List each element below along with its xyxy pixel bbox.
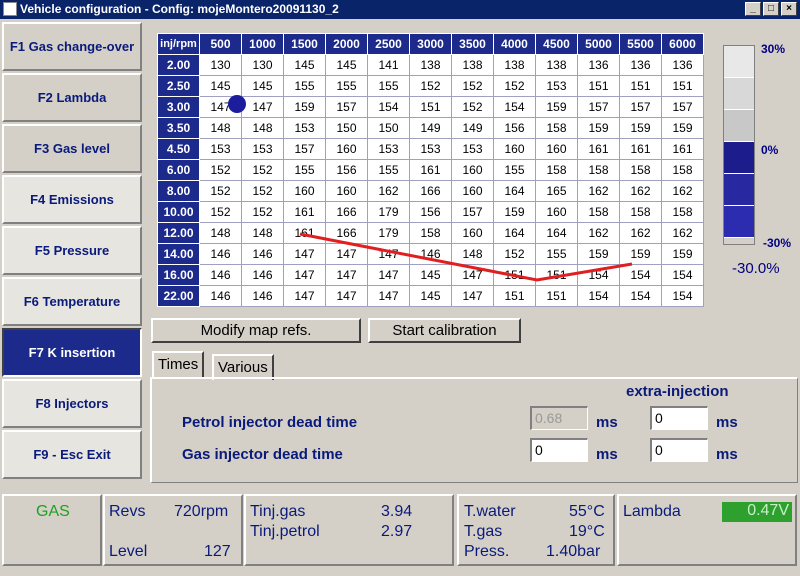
level-label: Level — [109, 543, 148, 560]
extra-injection-label: extra-injection — [626, 383, 729, 400]
correction-scale-bar — [723, 45, 755, 245]
revs-value: 720rpm — [174, 503, 229, 520]
petrol-extra-injection-input[interactable]: 0 — [650, 406, 708, 430]
revs-label: Revs — [109, 503, 146, 520]
start-calibration-button[interactable]: Start calibration — [368, 318, 521, 343]
app-icon — [3, 2, 17, 16]
scale-current-value: -30.0% — [732, 260, 780, 277]
tinj-gas-value: 3.94 — [381, 503, 413, 520]
trace-line — [299, 232, 633, 282]
tinj-gas-label: Tinj.gas — [250, 503, 306, 520]
lambda-label: Lambda — [623, 503, 681, 520]
window-title: Vehicle configuration - Config: mojeMont… — [20, 2, 339, 16]
nav-k-insertion[interactable]: F7 K insertion — [2, 328, 142, 377]
tab-times[interactable]: Times — [152, 351, 205, 379]
scale-mid-label: 0% — [761, 143, 779, 157]
gas-extra-unit: ms — [716, 446, 738, 463]
scale-top-label: 30% — [761, 42, 786, 56]
gas-dead-time-input[interactable]: 0 — [530, 438, 588, 462]
scale-segment — [724, 206, 754, 238]
tgas-label: T.gas — [464, 523, 503, 540]
tinj-petrol-label: Tinj.petrol — [250, 523, 320, 540]
petrol-dead-time-input[interactable]: 0.68 — [530, 406, 588, 430]
nav-temperature[interactable]: F6 Temperature — [2, 277, 142, 326]
nav-gas-change-over[interactable]: F1 Gas change-over — [2, 22, 142, 71]
press-label: Press. — [464, 543, 510, 560]
twater-label: T.water — [464, 503, 516, 520]
maximize-button[interactable]: □ — [763, 2, 779, 16]
lambda-value: 0.47V — [722, 502, 792, 522]
nav-pressure[interactable]: F5 Pressure — [2, 226, 142, 275]
nav-exit[interactable]: F9 - Esc Exit — [2, 430, 142, 479]
gas-extra-injection-input[interactable]: 0 — [650, 438, 708, 462]
title-bar: Vehicle configuration - Config: mojeMont… — [0, 0, 800, 19]
scale-segment — [724, 78, 754, 110]
operating-point-marker — [228, 95, 246, 113]
scale-segment — [724, 46, 754, 78]
twater-value: 55°C — [569, 503, 605, 520]
scale-segment — [724, 174, 754, 206]
trace-overlay — [228, 95, 633, 282]
petrol-extra-unit: ms — [716, 414, 738, 431]
scale-segment — [724, 110, 754, 142]
nav-gas-level[interactable]: F3 Gas level — [2, 124, 142, 173]
scale-bottom-label: -30% — [763, 236, 792, 250]
petrol-dead-time-unit: ms — [596, 414, 618, 431]
minimize-button[interactable]: _ — [745, 2, 761, 16]
modify-map-refs-button[interactable]: Modify map refs. — [151, 318, 361, 343]
nav-injectors[interactable]: F8 Injectors — [2, 379, 142, 428]
scale-segment — [724, 142, 754, 174]
nav-lambda[interactable]: F2 Lambda — [2, 73, 142, 122]
nav-emissions[interactable]: F4 Emissions — [2, 175, 142, 224]
close-button[interactable]: × — [781, 2, 797, 16]
petrol-dead-time-label: Petrol injector dead time — [182, 414, 358, 431]
fuel-mode: GAS — [36, 503, 70, 520]
gas-dead-time-unit: ms — [596, 446, 618, 463]
tgas-value: 19°C — [569, 523, 605, 540]
level-value: 127 — [204, 543, 231, 560]
gas-dead-time-label: Gas injector dead time — [182, 446, 343, 463]
press-value: 1.40bar — [546, 543, 601, 560]
tinj-petrol-value: 2.97 — [381, 523, 413, 540]
